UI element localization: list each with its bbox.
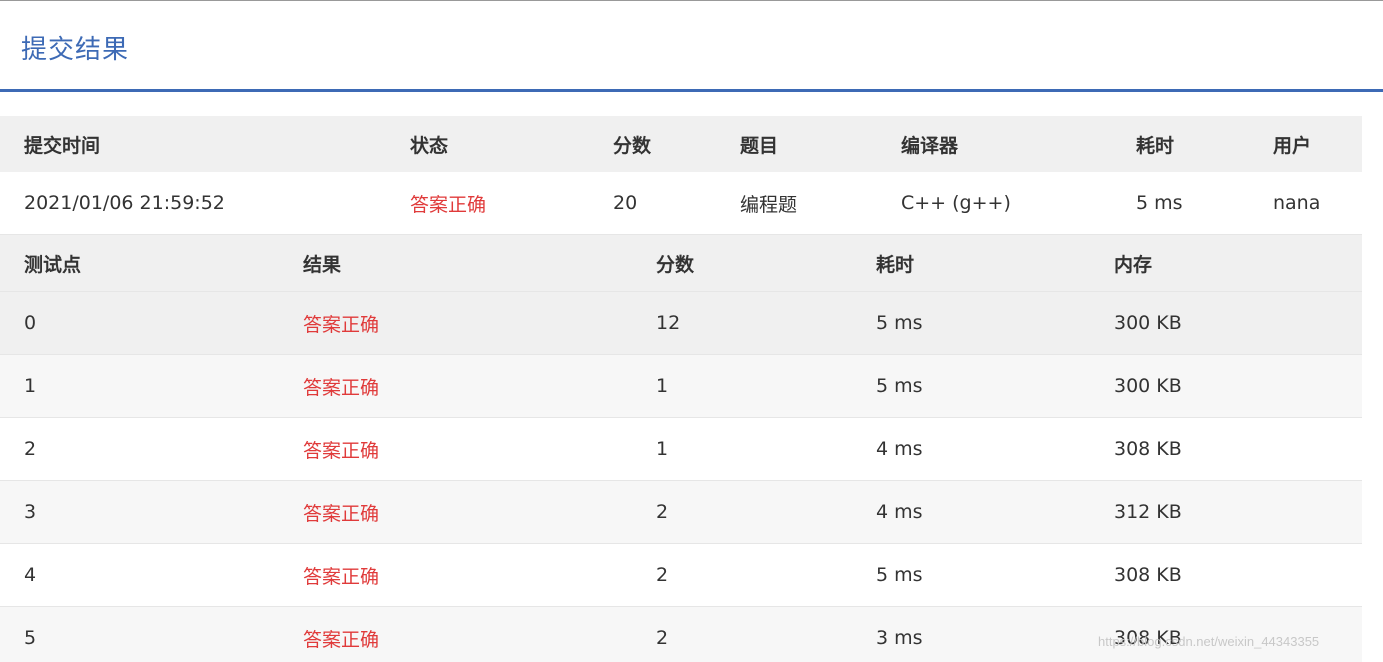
col-header-case-duration: 耗时: [876, 253, 915, 276]
case-id: 1: [24, 375, 37, 397]
case-id: 5: [24, 627, 37, 649]
submission-problem[interactable]: 编程题: [740, 172, 797, 234]
table-row: 1 答案正确 1 5 ms 300 KB: [0, 354, 1362, 417]
submission-header-row: 提交时间 状态 分数 题目 编译器 耗时 用户: [0, 116, 1362, 172]
watermark: https://blog.csdn.net/weixin_44343355: [1098, 634, 1320, 649]
case-memory: 300 KB: [1114, 375, 1182, 397]
table-row: 3 答案正确 2 4 ms 312 KB: [0, 480, 1362, 543]
case-result: 答案正确: [303, 565, 380, 588]
col-header-memory: 内存: [1114, 253, 1153, 276]
case-score: 2: [656, 564, 669, 586]
case-duration: 5 ms: [876, 564, 923, 586]
submission-score: 20: [613, 192, 638, 214]
table-row: 0 答案正确 12 5 ms 300 KB: [0, 291, 1362, 354]
case-score: 1: [656, 438, 669, 460]
col-header-problem: 题目: [740, 134, 779, 157]
case-score: 2: [656, 501, 669, 523]
submission-duration: 5 ms: [1136, 192, 1183, 214]
testcase-header-row: 测试点 结果 分数 耗时 内存: [0, 235, 1362, 291]
case-memory: 308 KB: [1114, 438, 1182, 460]
submission-status: 答案正确: [410, 193, 487, 216]
case-score: 12: [656, 312, 681, 334]
submission-time: 2021/01/06 21:59:52: [24, 192, 225, 214]
col-header-user: 用户: [1273, 134, 1312, 157]
col-header-status: 状态: [410, 134, 449, 157]
case-score: 1: [656, 375, 669, 397]
case-memory: 300 KB: [1114, 312, 1182, 334]
case-id: 3: [24, 501, 37, 523]
case-duration: 5 ms: [876, 375, 923, 397]
case-result: 答案正确: [303, 313, 380, 336]
col-header-score: 分数: [613, 134, 652, 157]
col-header-case: 测试点: [24, 253, 82, 276]
submission-compiler: C++ (g++): [901, 192, 1011, 214]
page-title: 提交结果: [21, 35, 130, 65]
col-header-duration: 耗时: [1136, 134, 1175, 157]
case-duration: 4 ms: [876, 438, 923, 460]
col-header-case-score: 分数: [656, 253, 695, 276]
case-duration: 3 ms: [876, 627, 923, 649]
case-result: 答案正确: [303, 439, 380, 462]
submission-user[interactable]: nana: [1273, 172, 1320, 234]
case-result: 答案正确: [303, 502, 380, 525]
submission-row: 2021/01/06 21:59:52 答案正确 20 编程题 C++ (g++…: [0, 172, 1362, 235]
page-header: 提交结果: [0, 1, 1383, 92]
case-duration: 5 ms: [876, 312, 923, 334]
case-result: 答案正确: [303, 376, 380, 399]
col-header-time: 提交时间: [24, 134, 101, 157]
case-id: 2: [24, 438, 37, 460]
case-duration: 4 ms: [876, 501, 923, 523]
case-score: 2: [656, 627, 669, 649]
col-header-result: 结果: [303, 253, 342, 276]
table-row: 4 答案正确 2 5 ms 308 KB: [0, 543, 1362, 606]
case-memory: 308 KB: [1114, 564, 1182, 586]
case-result: 答案正确: [303, 628, 380, 651]
case-id: 4: [24, 564, 37, 586]
table-row: 2 答案正确 1 4 ms 308 KB: [0, 417, 1362, 480]
col-header-compiler: 编译器: [901, 134, 959, 157]
case-id: 0: [24, 312, 37, 334]
case-memory: 312 KB: [1114, 501, 1182, 523]
